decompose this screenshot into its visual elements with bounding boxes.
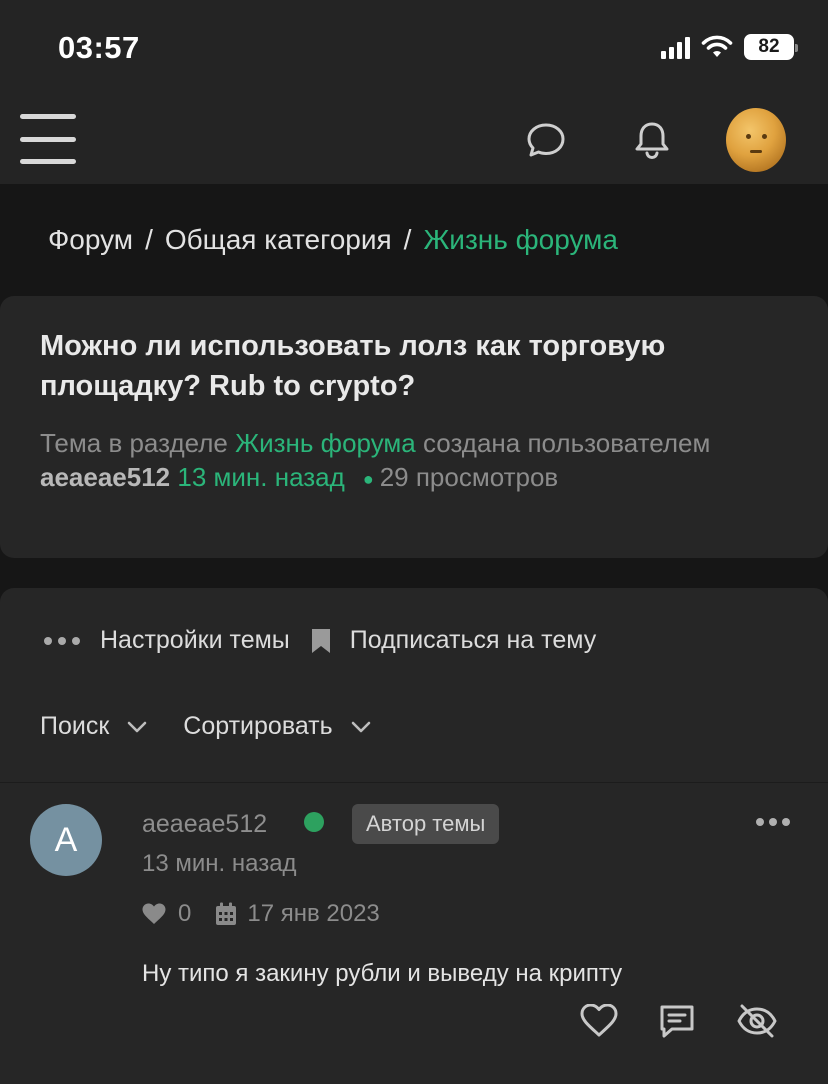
post-time: 13 мин. назад <box>142 850 297 877</box>
wifi-icon <box>701 35 733 57</box>
views-label: просмотров <box>415 462 559 492</box>
chat-bubble-icon[interactable] <box>524 120 568 160</box>
breadcrumb-category[interactable]: Общая категория <box>165 224 392 255</box>
heart-icon <box>142 903 166 924</box>
breadcrumb-current[interactable]: Жизнь форума <box>423 224 618 255</box>
sort-filter-label: Сортировать <box>183 712 333 740</box>
user-avatar[interactable] <box>726 108 786 172</box>
search-filter[interactable]: Поиск <box>40 712 147 741</box>
chevron-down-icon <box>351 721 370 732</box>
author-badge: Автор темы <box>352 804 500 844</box>
topic-header-card: Можно ли использовать лолз как торговую … <box>0 296 828 558</box>
search-filter-label: Поиск <box>40 712 110 740</box>
breadcrumb: Форум / Общая категория / Жизнь форума <box>48 224 618 255</box>
post-body: Ну типо я закину рубли и выведу на крипт… <box>142 960 623 987</box>
thread-actions: Настройки темы Подписаться на тему <box>44 626 596 655</box>
dot-separator: ● <box>362 469 374 490</box>
status-icons: 82 <box>661 34 798 60</box>
post-author-avatar[interactable]: A <box>30 804 102 876</box>
sort-filter[interactable]: Сортировать <box>183 712 370 741</box>
post-author-name[interactable]: aeaeae512 <box>142 810 267 839</box>
top-navbar <box>0 100 828 184</box>
post-date: 17 янв 2023 <box>247 900 380 927</box>
post-more-icon[interactable] <box>756 818 790 826</box>
bell-icon[interactable] <box>630 118 674 162</box>
breadcrumb-forum[interactable]: Форум <box>48 224 133 255</box>
filters-row: Поиск Сортировать <box>40 712 407 741</box>
status-bar: 03:57 82 <box>0 0 828 100</box>
menu-icon[interactable] <box>20 114 76 164</box>
cellular-signal-icon <box>661 35 690 59</box>
reply-icon[interactable] <box>658 1003 696 1039</box>
like-icon[interactable] <box>580 1004 618 1038</box>
topic-title: Можно ли использовать лолз как торговую … <box>40 330 666 402</box>
thread-card: Настройки темы Подписаться на тему Поиск… <box>0 588 828 1084</box>
topic-meta: Тема в разделе Жизнь форума создана поль… <box>40 428 711 492</box>
thread-settings-button[interactable]: Настройки темы <box>100 626 290 655</box>
more-dots-icon <box>44 636 80 645</box>
post-actions <box>580 1002 778 1040</box>
battery-icon: 82 <box>744 34 798 60</box>
calendar-icon <box>216 902 237 925</box>
online-status-indicator <box>304 812 324 832</box>
likes-count: 0 <box>178 900 192 927</box>
topic-author-link[interactable]: aeaeae512 <box>40 462 170 492</box>
topic-time[interactable]: 13 мин. назад <box>177 462 344 492</box>
topic-section-link[interactable]: Жизнь форума <box>235 428 416 458</box>
hide-eye-icon[interactable] <box>736 1002 778 1040</box>
divider <box>0 782 828 783</box>
status-time: 03:57 <box>58 30 140 65</box>
post-stats: 0 17 янв 2023 <box>142 900 380 928</box>
bookmark-icon <box>311 628 330 653</box>
battery-level: 82 <box>758 36 780 57</box>
chevron-down-icon <box>127 721 147 732</box>
views-count: 29 <box>379 462 409 492</box>
subscribe-button[interactable]: Подписаться на тему <box>350 626 596 655</box>
